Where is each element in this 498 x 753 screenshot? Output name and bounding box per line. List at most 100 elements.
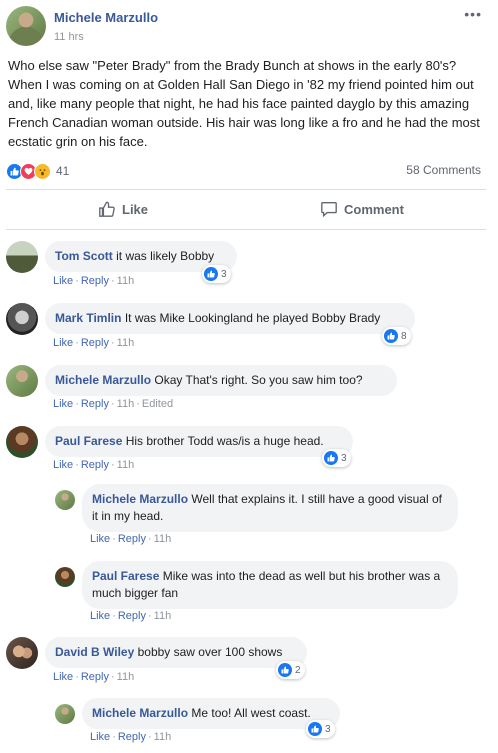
like-reaction-icon bbox=[324, 451, 338, 465]
commenter-avatar[interactable] bbox=[55, 704, 75, 724]
commenter-avatar[interactable] bbox=[6, 241, 38, 273]
comment-like-link[interactable]: Like bbox=[53, 275, 73, 287]
comment-like-link[interactable]: Like bbox=[90, 610, 110, 622]
comment-timestamp[interactable]: 11h bbox=[117, 459, 135, 471]
comment-author[interactable]: Michele Marzullo bbox=[92, 492, 188, 506]
comment-like-count: 8 bbox=[401, 330, 407, 342]
comment-button-label: Comment bbox=[344, 201, 404, 217]
comment-like-link[interactable]: Like bbox=[53, 671, 73, 683]
post-timestamp[interactable]: 11 hrs bbox=[54, 31, 84, 43]
comment-like-count-badge[interactable]: 8 bbox=[382, 327, 411, 345]
comment-like-link[interactable]: Like bbox=[53, 398, 73, 410]
comment-text: bobby saw over 100 shows bbox=[137, 645, 283, 659]
comment-reply-link[interactable]: Reply bbox=[81, 337, 109, 349]
post-header: Michele Marzullo 11 hrs ••• bbox=[0, 0, 498, 52]
like-reaction-icon bbox=[384, 329, 398, 343]
comment-author[interactable]: David B Wiley bbox=[55, 645, 134, 659]
comment-reply-link[interactable]: Reply bbox=[81, 671, 109, 683]
comment-like-link[interactable]: Like bbox=[90, 731, 110, 743]
comment-author[interactable]: Tom Scott bbox=[55, 249, 113, 263]
post-body-text: Who else saw "Peter Brady" from the Brad… bbox=[8, 58, 480, 149]
comment-button[interactable]: Comment bbox=[320, 200, 404, 218]
comments-count-link[interactable]: 58 Comments bbox=[406, 163, 481, 177]
commenter-avatar[interactable] bbox=[55, 490, 75, 510]
like-button[interactable]: Like bbox=[98, 200, 148, 218]
comment-timestamp[interactable]: 11h bbox=[117, 275, 135, 287]
comment-bubble: Mark Timlin It was Mike Lookingland he p… bbox=[45, 303, 415, 334]
comment-author[interactable]: Michele Marzullo bbox=[55, 373, 151, 387]
comment-timestamp[interactable]: 11h bbox=[117, 337, 135, 349]
like-reaction-icon bbox=[278, 663, 292, 677]
comment-reply-link[interactable]: Reply bbox=[118, 610, 146, 622]
comment-text: Me too! All west coast. bbox=[191, 706, 311, 720]
comment-like-count: 2 bbox=[295, 664, 301, 676]
comment-like-count: 3 bbox=[341, 452, 347, 464]
post-author-name[interactable]: Michele Marzullo bbox=[54, 10, 158, 25]
post-author-avatar[interactable] bbox=[6, 6, 46, 46]
more-dots-icon[interactable]: ••• bbox=[464, 6, 482, 22]
comment-bubble-icon bbox=[321, 202, 337, 218]
commenter-avatar[interactable] bbox=[6, 303, 38, 335]
comment-actions: Like · Reply · 11h bbox=[53, 275, 135, 287]
comment-timestamp[interactable]: 11h bbox=[117, 671, 135, 683]
comment-text: His brother Todd was/is a huge head. bbox=[125, 434, 324, 448]
commenter-avatar[interactable] bbox=[6, 426, 38, 458]
reply-item: Michele Marzullo Me too! All west coast.… bbox=[54, 698, 494, 750]
comment-reply-link[interactable]: Reply bbox=[81, 275, 109, 287]
commenter-avatar[interactable] bbox=[6, 365, 38, 397]
comment-reply-link[interactable]: Reply bbox=[118, 731, 146, 743]
comment-author[interactable]: Michele Marzullo bbox=[92, 706, 188, 720]
comment-bubble: Michele Marzullo Well that explains it. … bbox=[82, 484, 458, 532]
comment-author[interactable]: Paul Farese bbox=[92, 569, 159, 583]
comment-actions: Like · Reply · 11h bbox=[53, 671, 135, 683]
divider bbox=[6, 189, 486, 190]
comment-text: it was likely Bobby bbox=[116, 249, 215, 263]
comment-timestamp[interactable]: 11h bbox=[154, 731, 172, 743]
comment-like-count-badge[interactable]: 3 bbox=[202, 265, 231, 283]
comment-item: Tom Scott it was likely Bobby 3 Like · Rep… bbox=[6, 241, 492, 293]
comment-timestamp[interactable]: 11h bbox=[154, 610, 172, 622]
comment-like-link[interactable]: Like bbox=[90, 533, 110, 545]
reply-item: Paul Farese Mike was into the dead as we… bbox=[54, 561, 494, 625]
wow-reaction-icon bbox=[34, 162, 51, 180]
comment-like-link[interactable]: Like bbox=[53, 459, 73, 471]
comment-text: It was Mike Lookingland he played Bobby … bbox=[124, 311, 381, 325]
comment-timestamp[interactable]: 11h bbox=[154, 533, 172, 545]
comment-like-count: 3 bbox=[325, 723, 331, 735]
edited-label[interactable]: Edited bbox=[142, 398, 173, 410]
like-reaction-icon bbox=[308, 722, 322, 736]
comment-actions: Like · Reply · 11h bbox=[90, 610, 172, 622]
comment-like-count: 3 bbox=[221, 268, 227, 280]
comment-bubble: David B Wiley bobby saw over 100 shows bbox=[45, 637, 307, 668]
comment-actions: Like · Reply · 11h bbox=[53, 459, 135, 471]
like-button-label: Like bbox=[122, 201, 149, 217]
comment-like-count-badge[interactable]: 3 bbox=[306, 720, 335, 738]
comment-item: Mark Timlin It was Mike Lookingland he p… bbox=[6, 303, 492, 355]
divider bbox=[6, 229, 486, 230]
commenter-avatar[interactable] bbox=[55, 567, 75, 587]
comment-bubble: Michele Marzullo Me too! All west coast. bbox=[82, 698, 340, 729]
comment-like-link[interactable]: Like bbox=[53, 337, 73, 349]
comment-actions: Like · Reply · 11h · Edited bbox=[53, 398, 174, 410]
comment-bubble: Paul Farese Mike was into the dead as we… bbox=[82, 561, 458, 609]
reply-item: Michele Marzullo Well that explains it. … bbox=[54, 484, 494, 548]
comment-item: Paul Farese His brother Todd was/is a hu… bbox=[6, 426, 492, 478]
comment-bubble: Paul Farese His brother Todd was/is a hu… bbox=[45, 426, 353, 457]
comment-item: David B Wiley bobby saw over 100 shows 2… bbox=[6, 637, 492, 689]
comment-reply-link[interactable]: Reply bbox=[118, 533, 146, 545]
comment-reply-link[interactable]: Reply bbox=[81, 459, 109, 471]
comment-timestamp[interactable]: 11h bbox=[117, 398, 135, 410]
comment-actions: Like · Reply · 11h bbox=[90, 533, 172, 545]
post-actions-bar: Like Comment bbox=[0, 196, 498, 226]
comment-like-count-badge[interactable]: 2 bbox=[276, 661, 305, 679]
comment-item: Michele Marzullo Okay That's right. So y… bbox=[6, 365, 492, 417]
comment-actions: Like · Reply · 11h bbox=[53, 337, 135, 349]
reactions-summary[interactable]: 41 bbox=[6, 162, 69, 180]
comment-bubble: Michele Marzullo Okay That's right. So y… bbox=[45, 365, 397, 396]
comment-author[interactable]: Mark Timlin bbox=[55, 311, 121, 325]
comment-reply-link[interactable]: Reply bbox=[81, 398, 109, 410]
comment-like-count-badge[interactable]: 3 bbox=[322, 449, 351, 467]
comment-author[interactable]: Paul Farese bbox=[55, 434, 122, 448]
commenter-avatar[interactable] bbox=[6, 637, 38, 669]
reaction-count: 41 bbox=[56, 164, 70, 178]
